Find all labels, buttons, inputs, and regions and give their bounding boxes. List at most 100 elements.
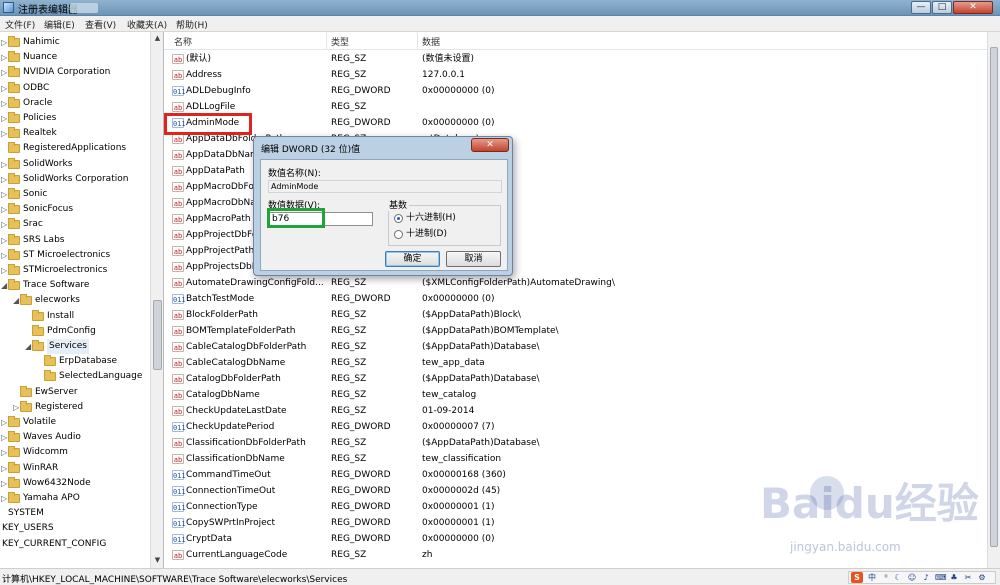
expand-arrow-icon[interactable]: ▷	[1, 461, 7, 476]
expand-arrow-icon[interactable]: ▷	[1, 248, 7, 263]
expand-arrow-icon[interactable]: ▷	[1, 476, 7, 491]
dialog-close-button[interactable]: ✕	[471, 138, 509, 152]
column-data[interactable]: 数据	[422, 35, 440, 48]
collapse-arrow-icon[interactable]: ◢	[25, 339, 31, 354]
scroll-down-icon[interactable]: ▼	[151, 554, 164, 567]
table-row[interactable]: ab Address REG_SZ 127.0.0.1	[164, 67, 987, 83]
ok-button[interactable]: 确定	[385, 251, 440, 267]
column-type[interactable]: 类型	[331, 35, 349, 48]
table-row[interactable]: ab CurrentLanguageCode REG_SZ zh	[164, 547, 987, 563]
expand-arrow-icon[interactable]: ▷	[13, 400, 19, 415]
value-type: REG_DWORD	[331, 86, 391, 96]
expand-arrow-icon[interactable]: ▷	[1, 430, 7, 445]
expand-arrow-icon[interactable]: ▷	[1, 35, 7, 50]
table-row[interactable]: 011 ConnectionTimeOut REG_DWORD 0x0000002d …	[164, 483, 987, 499]
table-row[interactable]: 011 ADLDebugInfo REG_DWORD 0x00000000 (0)	[164, 83, 987, 99]
dword-value-icon: 011	[172, 86, 186, 96]
keyboard-icon[interactable]: ⌨	[935, 572, 947, 583]
menu-file[interactable]: 文件(F)	[5, 18, 35, 31]
moon-icon[interactable]: ☾	[893, 572, 903, 583]
table-row[interactable]: 011 BatchTestMode REG_DWORD 0x00000000 (0)	[164, 291, 987, 307]
expand-arrow-icon[interactable]: ▷	[1, 263, 7, 278]
expand-arrow-icon[interactable]: ▷	[1, 445, 7, 460]
collapse-arrow-icon[interactable]: ◢	[1, 278, 7, 293]
table-row[interactable]: ab CatalogDbName REG_SZ tew_catalog	[164, 387, 987, 403]
expand-arrow-icon[interactable]: ▷	[1, 233, 7, 248]
column-divider[interactable]	[326, 32, 327, 50]
table-row[interactable]: ab ADLLogFile REG_SZ	[164, 99, 987, 115]
expand-arrow-icon[interactable]: ▷	[1, 491, 7, 506]
table-row[interactable]: 011 CheckUpdatePeriod REG_DWORD 0x00000007 …	[164, 419, 987, 435]
list-scrollbar[interactable]	[987, 32, 1000, 568]
folder-icon	[32, 309, 44, 321]
value-data: 127.0.0.1	[422, 70, 465, 80]
menu-favorites[interactable]: 收藏夹(A)	[127, 18, 167, 31]
value-data: 0x00000168 (360)	[422, 470, 506, 480]
table-row[interactable]: ab ClassificationDbFolderPath REG_SZ ($AppD…	[164, 435, 987, 451]
tools-icon[interactable]: ✂	[963, 572, 973, 583]
tree-node-label: Wow6432Node	[23, 477, 91, 488]
menu-help[interactable]: 帮助(H)	[176, 18, 208, 31]
table-row[interactable]: ab BOMTemplateFolderPath REG_SZ ($AppDataPa…	[164, 323, 987, 339]
table-row[interactable]: ab AutomateDrawingConfigFold... REG_SZ ($XM…	[164, 275, 987, 291]
table-row[interactable]: ab CableCatalogDbName REG_SZ tew_app_data	[164, 355, 987, 371]
skin-icon[interactable]: ♣	[949, 572, 959, 583]
radix-label: 基数	[387, 198, 410, 211]
radio-unselected-icon[interactable]	[394, 230, 403, 239]
expand-arrow-icon[interactable]: ▷	[1, 81, 7, 96]
expand-arrow-icon[interactable]: ▷	[1, 50, 7, 65]
maximize-button[interactable]: □	[932, 1, 952, 14]
value-data: 0x00000000 (0)	[422, 86, 495, 96]
table-row[interactable]: ab CheckUpdateLastDate REG_SZ 01-09-2014	[164, 403, 987, 419]
expand-arrow-icon[interactable]: ▷	[1, 415, 7, 430]
tree-scrollbar[interactable]: ▲ ▼	[150, 32, 164, 568]
menu-view[interactable]: 查看(V)	[85, 18, 116, 31]
collapse-arrow-icon[interactable]: ◢	[13, 293, 19, 308]
expand-arrow-icon[interactable]: ▷	[1, 217, 7, 232]
sogou-ime-icon[interactable]: S	[851, 572, 863, 583]
expand-arrow-icon[interactable]: ▷	[1, 96, 7, 111]
table-row[interactable]: ab BlockFolderPath REG_SZ ($AppDataPath)Blo…	[164, 307, 987, 323]
table-row[interactable]: ab CableCatalogDbFolderPath REG_SZ ($AppDat…	[164, 339, 987, 355]
expand-arrow-icon[interactable]: ▷	[1, 111, 7, 126]
close-button[interactable]: ✕	[953, 1, 993, 14]
radio-selected-icon[interactable]	[394, 214, 403, 223]
cancel-button[interactable]: 取消	[446, 251, 501, 267]
scroll-up-icon[interactable]: ▲	[151, 32, 164, 45]
list-scroll-thumb[interactable]	[990, 47, 998, 547]
table-row[interactable]: ab CatalogDbFolderPath REG_SZ ($AppDataPath…	[164, 371, 987, 387]
table-row[interactable]: 011 CommandTimeOut REG_DWORD 0x00000168 (36…	[164, 467, 987, 483]
string-value-icon: ab	[172, 150, 184, 160]
table-row[interactable]: 011 ConnectionType REG_DWORD 0x00000001 (1)	[164, 499, 987, 515]
expand-arrow-icon[interactable]: ▷	[1, 202, 7, 217]
expand-arrow-icon[interactable]: ▷	[1, 157, 7, 172]
expand-arrow-icon[interactable]: ▷	[1, 65, 7, 80]
emoji-icon[interactable]: ☺	[907, 572, 917, 583]
expand-arrow-icon[interactable]: ▷	[1, 172, 7, 187]
column-divider[interactable]	[417, 32, 418, 50]
string-value-icon: ab	[172, 390, 184, 400]
settings-icon[interactable]: ⚙	[977, 572, 987, 583]
menu-edit[interactable]: 编辑(E)	[44, 18, 75, 31]
tree-scroll-thumb[interactable]	[153, 300, 162, 370]
expand-arrow-icon[interactable]: ▷	[1, 187, 7, 202]
expand-arrow-icon[interactable]: ▷	[1, 126, 7, 141]
punctuation-icon[interactable]: ⁰	[881, 572, 891, 583]
column-name[interactable]: 名称	[174, 35, 192, 48]
folder-icon	[8, 51, 20, 63]
table-row[interactable]: ab (默认) REG_SZ (数值未设置)	[164, 51, 987, 67]
value-name: Address	[186, 70, 222, 80]
ime-toolbar[interactable]: S 中 ⁰ ☾ ☺ ♪ ⌨ ♣ ✂ ⚙	[848, 571, 996, 584]
value-type: REG_SZ	[331, 102, 367, 112]
string-value-icon: ab	[172, 182, 184, 192]
value-data: ($AppDataPath)Database\	[422, 438, 540, 448]
tree-node-label: Waves Audio	[23, 432, 81, 443]
table-row[interactable]: ab ClassificationDbName REG_SZ tew_classifi…	[164, 451, 987, 467]
table-row[interactable]: 011 CryptData REG_DWORD 0x00000000 (0)	[164, 531, 987, 547]
table-row[interactable]: 011 CopySWPrtInProject REG_DWORD 0x00000001…	[164, 515, 987, 531]
ime-mode-text[interactable]: 中	[867, 572, 877, 583]
table-row[interactable]: 011 AdminMode REG_DWORD 0x00000000 (0)	[164, 115, 987, 131]
minimize-button[interactable]: —	[911, 1, 931, 14]
tree-node-label: Registered	[35, 401, 84, 412]
voice-icon[interactable]: ♪	[921, 572, 931, 583]
